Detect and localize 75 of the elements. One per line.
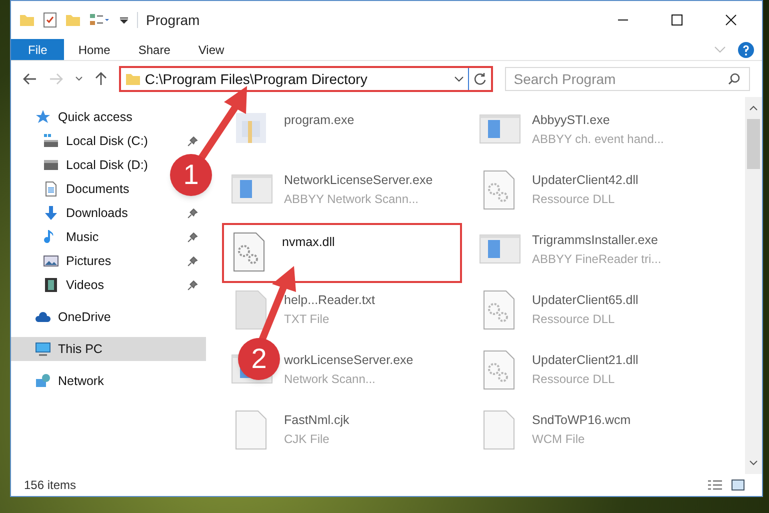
sidebar-item[interactable]: OneDrive (11, 305, 119, 329)
sidebar-item[interactable]: Videos (11, 273, 206, 297)
file-type: ABBYY ch. event hand... (532, 130, 664, 148)
drive-icon (43, 157, 59, 173)
pin-icon[interactable] (187, 136, 198, 146)
film-icon (43, 277, 59, 293)
help-icon[interactable] (738, 42, 754, 58)
properties-icon[interactable] (89, 13, 111, 27)
file-name: UpdaterClient42.dll (532, 172, 638, 189)
file-type: CJK File (284, 430, 330, 448)
file-type: ABBYY FineReader tri... (532, 250, 662, 268)
ribbon-tab[interactable]: Share (124, 39, 184, 60)
checklist-icon[interactable] (43, 12, 57, 28)
sidebar-item[interactable]: Music (11, 225, 206, 249)
scrollbar[interactable] (745, 97, 762, 474)
sidebar-item[interactable]: Network (11, 369, 112, 393)
chevron-down-icon[interactable] (74, 76, 83, 82)
file-type: TXT File (284, 310, 330, 328)
cloud-icon (35, 309, 51, 325)
address-path: C:\Program Files\Program Directory (144, 70, 368, 89)
address-bar[interactable]: C:\Program Files\Program Directory (118, 66, 493, 92)
folder-icon (124, 72, 141, 86)
back-arrow-icon[interactable] (23, 73, 37, 85)
refresh-icon[interactable] (472, 72, 487, 86)
file-tile[interactable]: nvmax.dll (222, 223, 462, 283)
file-type: Ressource DLL (532, 310, 616, 328)
scroll-thumb[interactable] (747, 119, 760, 169)
file-name: NetworkLicenseServer.exe (284, 172, 433, 189)
download-arrow-icon (43, 205, 59, 221)
file-name: TrigrammsInstaller.exe (532, 232, 659, 249)
file-name: program.exe (284, 112, 354, 129)
file-type: ABBYY Network Scann... (284, 190, 420, 208)
sidebar-item[interactable]: Downloads (11, 201, 206, 225)
document-icon (43, 181, 59, 197)
file-name: help...Reader.txt (284, 292, 376, 309)
pin-icon[interactable] (187, 256, 198, 266)
search-icon (728, 73, 740, 85)
file-name: UpdaterClient21.dll (532, 352, 638, 369)
file-name: nvmax.dll (282, 234, 335, 251)
file-name: UpdaterClient65.dll (532, 292, 638, 309)
file-type: Network Scann... (284, 370, 376, 388)
ribbon-tab[interactable]: View (184, 39, 238, 60)
sidebar-item[interactable]: Local Disk (D:) (11, 153, 156, 177)
drive-icon (43, 133, 59, 149)
file-name: workLicenseServer.exe (284, 352, 414, 369)
sidebar-item[interactable]: Documents (11, 177, 138, 201)
details-view-icon[interactable] (707, 479, 723, 491)
pin-icon[interactable] (187, 208, 198, 218)
sidebar-item[interactable]: Quick access (11, 105, 140, 129)
file-name: SndToWP16.wcm (532, 412, 631, 429)
sidebar-item[interactable]: Local Disk (C:) (11, 129, 206, 153)
file-name: FastNml.cjk (284, 412, 350, 429)
window-title: Program (146, 10, 200, 30)
pin-icon[interactable] (187, 280, 198, 290)
dropdown-icon[interactable] (119, 15, 129, 25)
up-arrow-icon[interactable] (94, 72, 107, 86)
large-icons-view-icon[interactable] (731, 479, 745, 491)
file-type: Ressource DLL (532, 370, 616, 388)
ribbon-tab[interactable]: File (11, 39, 64, 60)
picture-icon (43, 253, 59, 269)
scroll-down-icon[interactable] (749, 460, 758, 466)
ribbon-tab[interactable]: Home (64, 39, 124, 60)
file-type: WCM File (532, 430, 586, 448)
item-count: 156 items (24, 477, 76, 494)
star-icon (35, 109, 51, 125)
scroll-up-icon[interactable] (749, 105, 758, 111)
chevron-down-icon[interactable] (454, 76, 464, 82)
file-name: AbbyySTI.exe (532, 112, 611, 129)
monitor-icon (35, 341, 51, 357)
search-field[interactable]: Search Program (504, 67, 750, 91)
sidebar-item[interactable]: Pictures (11, 249, 206, 273)
file-type: Ressource DLL (532, 190, 616, 208)
network-icon (35, 373, 51, 389)
sidebar-item[interactable]: This PC (11, 337, 206, 361)
pin-icon[interactable] (187, 232, 198, 242)
